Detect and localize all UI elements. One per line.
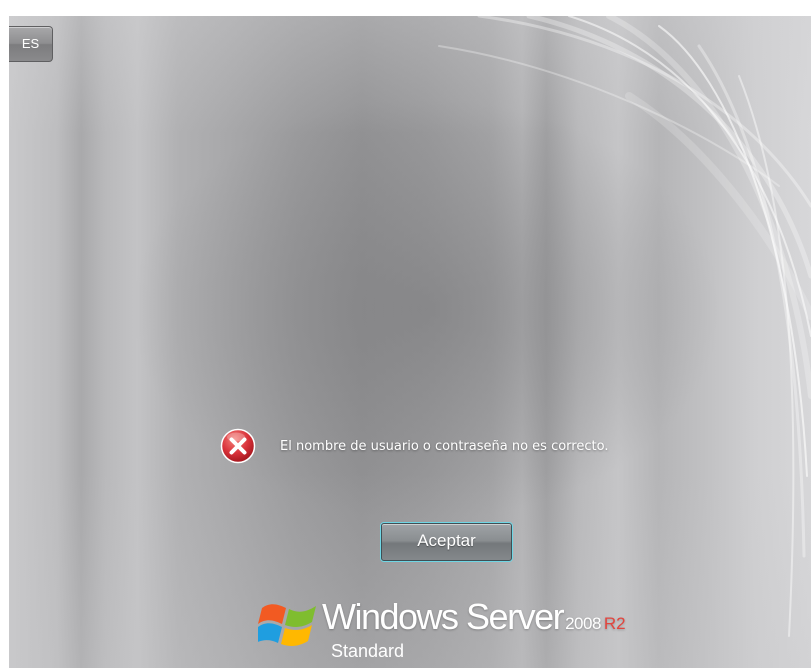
product-version: 2008 xyxy=(565,614,601,633)
ok-button[interactable]: Aceptar xyxy=(381,523,512,561)
product-title: Windows Server xyxy=(322,596,565,637)
error-x-icon xyxy=(220,428,256,464)
error-message-row: El nombre de usuario o contraseña no es … xyxy=(220,428,608,464)
product-edition: Standard xyxy=(331,641,405,661)
windows-branding: Windows Server 2008 R2 Standard xyxy=(258,596,678,668)
language-button[interactable]: ES xyxy=(9,26,53,62)
product-name: Windows Server 2008 R2 xyxy=(322,596,626,638)
windows-flag-icon xyxy=(258,604,316,646)
product-release: R2 xyxy=(603,614,626,633)
background-light-streaks xyxy=(438,16,811,637)
logon-screen: ES El nombre de usuario o contraseña no … xyxy=(9,16,811,668)
error-message-text: El nombre de usuario o contraseña no es … xyxy=(280,438,609,454)
